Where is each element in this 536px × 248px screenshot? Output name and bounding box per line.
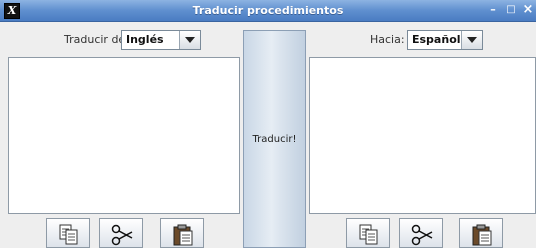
copy-icon xyxy=(59,224,78,245)
translate-button-label: Traducir! xyxy=(252,133,297,145)
target-copy-button[interactable] xyxy=(346,218,390,248)
source-copy-button[interactable] xyxy=(46,218,90,248)
cut-icon xyxy=(411,224,433,246)
title-bar: X Traducir procedimientos – □ × xyxy=(0,0,536,22)
target-language-value: Español xyxy=(412,33,461,46)
target-language-select[interactable]: Español xyxy=(407,30,483,50)
cut-icon xyxy=(111,224,133,246)
copy-icon xyxy=(359,224,378,245)
source-language-value: Inglés xyxy=(126,33,164,46)
source-language-select[interactable]: Inglés xyxy=(121,30,201,50)
window-title: Traducir procedimientos xyxy=(192,4,344,17)
source-text-area[interactable] xyxy=(8,57,240,214)
target-paste-button[interactable] xyxy=(459,218,503,248)
close-button[interactable]: × xyxy=(521,3,535,17)
chevron-down-icon[interactable] xyxy=(461,31,482,49)
target-language-label: Hacia: xyxy=(370,33,405,46)
target-text-area[interactable] xyxy=(309,57,536,214)
paste-icon xyxy=(472,224,492,246)
translate-button[interactable]: Traducir! xyxy=(243,30,306,248)
chevron-down-icon[interactable] xyxy=(179,31,200,49)
paste-icon xyxy=(173,224,193,246)
source-paste-button[interactable] xyxy=(160,218,204,248)
source-language-label: Traducir de: xyxy=(64,33,129,46)
source-cut-button[interactable] xyxy=(99,218,143,248)
maximize-button[interactable]: □ xyxy=(504,3,518,17)
source-language-bar: Traducir de: Inglés xyxy=(0,30,243,52)
target-cut-button[interactable] xyxy=(399,218,443,248)
target-language-bar: Hacia: Español xyxy=(306,30,536,52)
minimize-button[interactable]: – xyxy=(486,3,500,17)
